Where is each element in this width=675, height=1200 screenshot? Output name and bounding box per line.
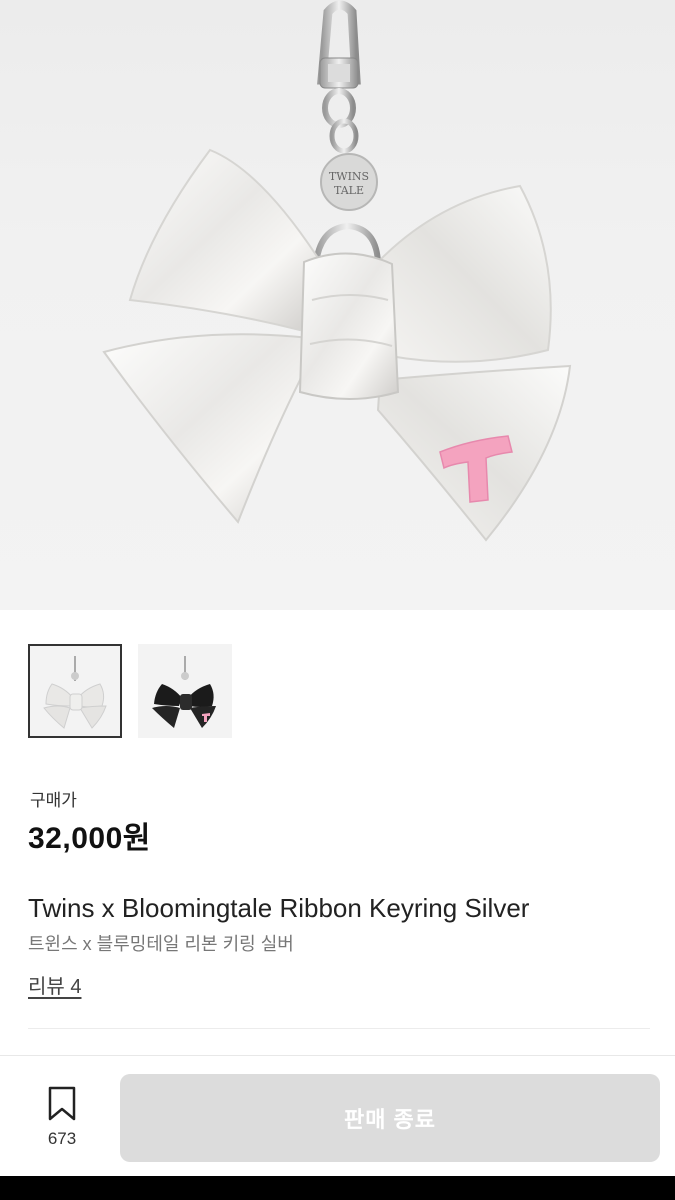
bookmark-icon [48,1086,76,1121]
svg-text:TWINS: TWINS [329,170,369,183]
bottom-action-bar: 673 판매 종료 [0,1055,675,1176]
divider [28,1028,650,1029]
thumbnail-silver[interactable] [28,644,122,738]
clasp-hook [317,0,361,154]
sold-out-button[interactable]: 판매 종료 [120,1074,660,1162]
bookmark-button[interactable]: 673 [38,1086,86,1150]
price-label: 구매가 [30,791,77,810]
product-name-korean: 트윈스 x 블루밍테일 리본 키링 실버 [28,934,294,954]
thumbnail-black[interactable] [138,644,232,738]
price-value: 32,000원 [28,822,151,855]
system-nav-bar [0,1176,675,1200]
product-name-english: Twins x Bloomingtale Ribbon Keyring Silv… [28,893,530,923]
reviews-link[interactable]: 리뷰 4 [28,970,81,999]
ribbon-keyring-illustration: TWINS TALE [102,0,572,542]
charm-tag: TWINS TALE [320,153,378,211]
product-main-image: TWINS TALE [0,0,675,610]
silver-ribbon-icon [30,646,120,736]
bookmark-count: 673 [47,1129,77,1148]
svg-text:TALE: TALE [334,184,364,197]
black-ribbon-icon [138,644,232,738]
